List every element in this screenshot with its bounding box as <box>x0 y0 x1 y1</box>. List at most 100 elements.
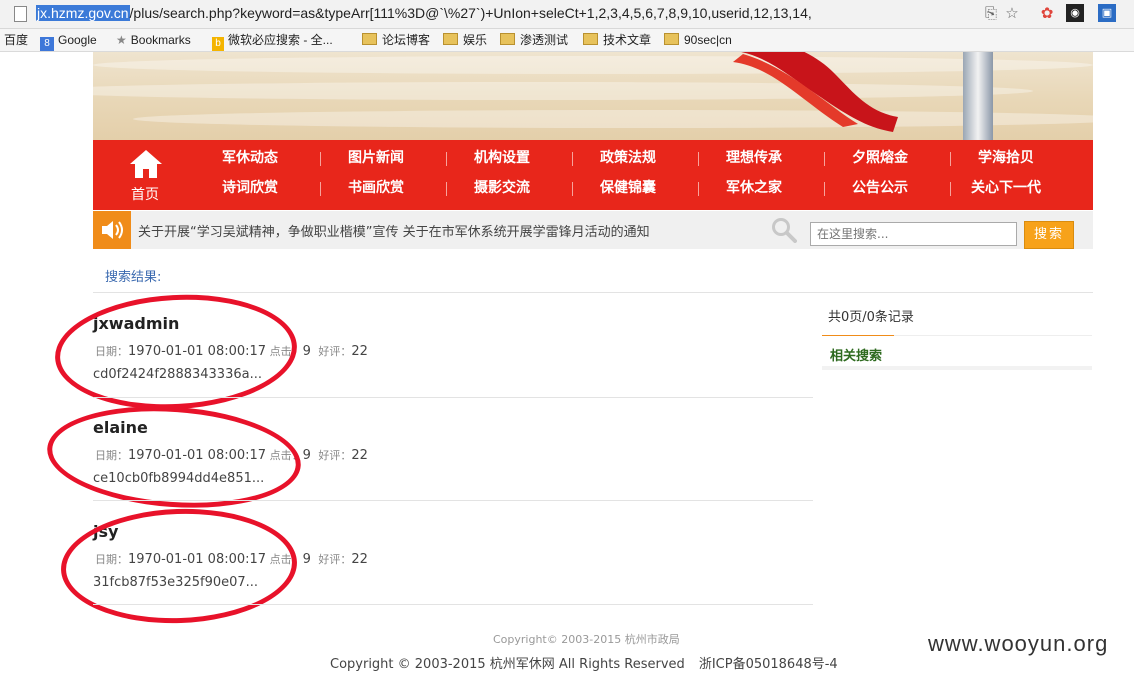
nav-item-row2-3[interactable]: 保健锦囊 <box>578 178 678 198</box>
nav-item-row1-0[interactable]: 军休动态 <box>200 148 300 168</box>
search-icon <box>772 218 797 243</box>
divider <box>93 397 813 398</box>
rating-label: 好评： <box>318 345 352 358</box>
folder-icon <box>664 33 679 45</box>
nav-item-row2-5[interactable]: 公告公示 <box>830 178 930 198</box>
copyright-text: Copyright © 2003-2015 杭州军休网 All Rights R… <box>330 657 685 672</box>
bookmark-baidu[interactable]: 百度 <box>4 32 28 48</box>
url-path: /plus/search.php?keyword=as&typeArr[111%… <box>129 5 812 21</box>
divider <box>93 604 813 605</box>
nav-separator <box>572 182 573 196</box>
nav-separator <box>824 182 825 196</box>
result-item: jxwadmin 日期：1970-01-01 08:00:17 点击：9 好评：… <box>52 288 813 416</box>
results-label: 搜索结果: <box>105 270 162 285</box>
mask-extension-icon[interactable]: ◉ <box>1066 4 1084 22</box>
nav-separator <box>824 152 825 166</box>
bookmark-label: 娱乐 <box>463 33 488 47</box>
search-input[interactable] <box>810 222 1017 246</box>
clicks-value: 9 <box>302 344 311 359</box>
bookmark-label: 技术文章 <box>603 33 652 47</box>
google-icon: 8 <box>40 37 54 51</box>
folder-icon <box>362 33 377 45</box>
rating-label: 好评： <box>318 449 352 462</box>
nav-item-row1-4[interactable]: 理想传承 <box>704 148 804 168</box>
bookmark-label: 微软必应搜索 - 全... <box>228 33 333 47</box>
nav-item-row2-6[interactable]: 关心下一代 <box>956 178 1056 198</box>
result-item: elaine 日期：1970-01-01 08:00:17 点击：9 好评：22… <box>43 398 813 516</box>
nav-home-label: 首页 <box>131 187 159 203</box>
clicks-value: 9 <box>302 552 311 567</box>
nav-item-row1-5[interactable]: 夕照熔金 <box>830 148 930 168</box>
bookmark-bookmarks[interactable]: ★ Bookmarks <box>116 32 191 48</box>
nav-separator <box>698 182 699 196</box>
star-icon: ★ <box>116 33 127 47</box>
bookmark-label: 90sec|cn <box>684 33 732 47</box>
bookmark-folder-90sec[interactable]: 90sec|cn <box>664 32 732 48</box>
divider <box>93 500 813 501</box>
bookmark-folder-luntan[interactable]: 论坛博客 <box>362 32 430 48</box>
bookmark-label: Google <box>58 33 97 47</box>
bookmark-google[interactable]: 8 Google <box>40 32 97 51</box>
notice-marquee[interactable]: 关于开展“学习吴斌精神，争做职业楷模”宣传 关于在市军休系统开展学雷锋月活动的通… <box>138 221 728 240</box>
banner-cloud <box>133 110 1093 128</box>
nav-separator <box>320 182 321 196</box>
nav-separator <box>950 182 951 196</box>
nav-separator <box>572 152 573 166</box>
bookmark-label: 渗透测试 <box>520 33 569 47</box>
header-banner <box>93 52 1093 140</box>
folder-icon <box>500 33 515 45</box>
monument-decoration <box>963 52 993 140</box>
nav-separator <box>446 152 447 166</box>
footer-copyright: Copyright © 2003-2015 杭州军休网 All Rights R… <box>330 653 838 672</box>
sidebar-divider <box>822 335 1092 336</box>
bookmark-label: 论坛博客 <box>382 33 431 47</box>
address-bar: jx.hzmz.gov.cn/plus/search.php?keyword=a… <box>0 0 1134 29</box>
bookmark-folder-shentou[interactable]: 渗透测试 <box>500 32 568 48</box>
nav-item-row1-2[interactable]: 机构设置 <box>452 148 552 168</box>
bing-icon: b <box>212 37 224 51</box>
rating-value: 22 <box>351 448 368 463</box>
nav-item-row1-1[interactable]: 图片新闻 <box>326 148 426 168</box>
folder-icon <box>583 33 598 45</box>
result-item: jsy 日期：1970-01-01 08:00:17 点击：9 好评：22 31… <box>59 504 813 628</box>
bookmark-folder-yule[interactable]: 娱乐 <box>443 32 487 48</box>
banner-cloud <box>93 56 1093 74</box>
footer-copyright-small: Copyright© 2003-2015 杭州市政局 <box>493 633 680 646</box>
url-field[interactable]: jx.hzmz.gov.cn/plus/search.php?keyword=a… <box>36 2 980 24</box>
icp-link[interactable]: 浙ICP备05018648号-4 <box>699 657 838 672</box>
notice-bar: 关于开展“学习吴斌精神，争做职业楷模”宣传 关于在市军休系统开展学雷锋月活动的通… <box>93 211 1093 249</box>
nav-separator <box>320 152 321 166</box>
search-button[interactable]: 搜索 <box>1024 221 1074 249</box>
annotation-circle <box>43 398 305 516</box>
bookmark-label: Bookmarks <box>130 33 191 47</box>
related-search-title: 相关搜索 <box>830 349 883 364</box>
watermark: www.wooyun.org <box>928 631 1109 656</box>
nav-home[interactable]: 首页 <box>93 140 197 210</box>
nav-separator <box>698 152 699 166</box>
record-count: 共0页/0条记录 <box>828 310 914 325</box>
home-icon <box>130 150 162 178</box>
rating-value: 22 <box>351 552 368 567</box>
url-host: jx.hzmz.gov.cn <box>36 5 130 21</box>
nav-item-row2-4[interactable]: 军休之家 <box>704 178 804 198</box>
page-icon <box>14 6 27 22</box>
nav-item-row2-2[interactable]: 摄影交流 <box>452 178 552 198</box>
main-nav: 首页 军休动态 图片新闻 机构设置 政策法规 理想传承 夕照熔金 学海拾贝诗词欣赏 书画欣赏 摄… <box>93 140 1093 210</box>
bookmark-folder-jishu[interactable]: 技术文章 <box>583 32 651 48</box>
blue-extension-icon[interactable]: ▣ <box>1098 4 1116 22</box>
nav-item-row2-1[interactable]: 书画欣赏 <box>326 178 426 198</box>
star-icon[interactable]: ☆ <box>1003 4 1021 22</box>
nav-separator <box>446 182 447 196</box>
nav-item-row1-3[interactable]: 政策法规 <box>578 148 678 168</box>
folder-icon <box>443 33 458 45</box>
nav-separator <box>950 152 951 166</box>
bookmark-bing[interactable]: b 微软必应搜索 - 全... <box>212 32 333 51</box>
speaker-icon <box>93 211 131 249</box>
nav-item-row1-6[interactable]: 学海拾贝 <box>956 148 1056 168</box>
translate-icon[interactable]: ⎘ <box>982 4 1000 22</box>
extension-icon[interactable]: ✿ <box>1038 4 1056 22</box>
sidebar-divider <box>822 366 1092 370</box>
bookmarks-bar: 百度 8 Google ★ Bookmarks b 微软必应搜索 - 全... 论坛博… <box>0 29 1134 52</box>
nav-item-row2-0[interactable]: 诗词欣赏 <box>200 178 300 198</box>
divider <box>93 292 1093 293</box>
